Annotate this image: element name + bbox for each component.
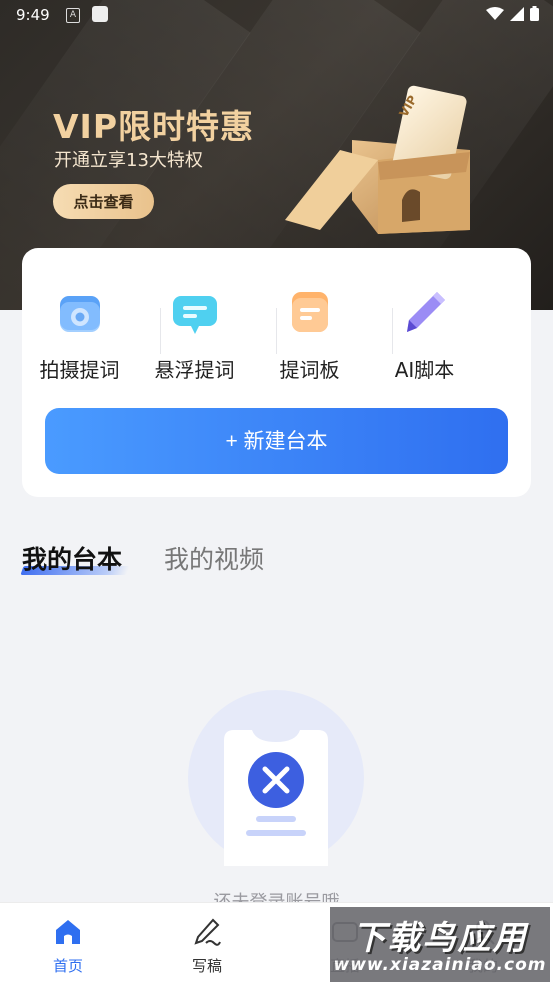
- wifi-icon: [486, 6, 504, 20]
- watermark: 下载鸟应用 www.xiazainiao.com: [330, 907, 550, 982]
- watermark-logo: 下载鸟应用: [352, 918, 528, 957]
- status-bar: 9:49 A: [0, 0, 553, 32]
- view-details-button[interactable]: 点击查看: [53, 184, 154, 219]
- home-icon: [56, 920, 80, 944]
- status-time: 9:49: [16, 6, 50, 24]
- camera-icon: [56, 288, 104, 336]
- nav-home[interactable]: 首页: [28, 917, 108, 976]
- nav-write[interactable]: 写稿: [167, 917, 247, 976]
- nav-label: 首页: [52, 957, 83, 975]
- tool-row: 拍摄提词 悬浮提词 提词板 AI脚本: [22, 288, 531, 388]
- notification-square-icon: [92, 6, 108, 22]
- signal-icon: [510, 6, 524, 21]
- tool-label: 提词板: [279, 358, 340, 382]
- tool-label: 拍摄提词: [39, 358, 120, 382]
- banner-title: VIP限时特惠: [53, 107, 255, 146]
- battery-icon: [530, 6, 539, 21]
- new-script-button[interactable]: + 新建台本: [45, 408, 508, 474]
- board-icon: [286, 288, 334, 336]
- tool-label: AI脚本: [394, 358, 455, 382]
- status-indicators: [486, 6, 539, 21]
- tool-prompter-board[interactable]: 提词板: [252, 288, 367, 388]
- document-error-icon: [224, 730, 328, 866]
- banner-subtitle: 开通立享13大特权: [54, 150, 203, 171]
- notification-a-icon: A: [66, 8, 80, 23]
- watermark-url: www.xiazainiao.com: [333, 955, 547, 975]
- tab-my-scripts[interactable]: 我的台本: [22, 540, 122, 576]
- pen-icon: [401, 288, 449, 336]
- tab-my-videos[interactable]: 我的视频: [164, 540, 264, 576]
- tools-card: 拍摄提词 悬浮提词 提词板 AI脚本 + 新建台本: [22, 248, 531, 497]
- tool-camera-prompter[interactable]: 拍摄提词: [22, 288, 137, 388]
- tool-floating-prompter[interactable]: 悬浮提词: [137, 288, 252, 388]
- nav-label: 写稿: [191, 957, 222, 975]
- gift-box-illustration: VIP: [285, 85, 470, 234]
- pencil-icon: [194, 918, 221, 946]
- tool-ai-script[interactable]: AI脚本: [367, 288, 482, 388]
- tool-label: 悬浮提词: [154, 358, 235, 382]
- float-chat-icon: [171, 288, 219, 336]
- empty-state-illustration: [188, 690, 364, 866]
